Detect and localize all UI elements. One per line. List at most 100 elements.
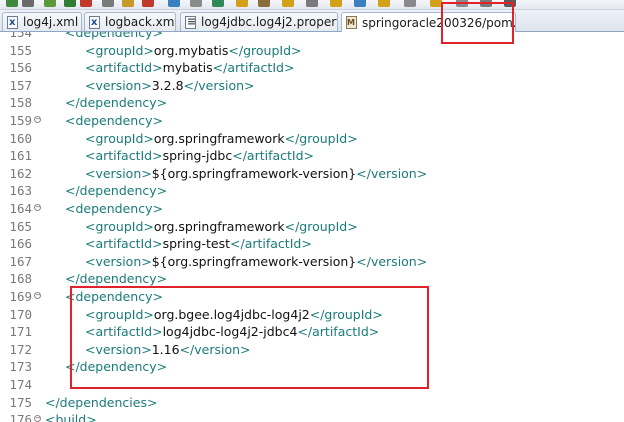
toolbar-button-icon[interactable] xyxy=(6,0,18,7)
code-line: 162 <version>${org.springframework-versio… xyxy=(0,165,624,183)
line-number: 163 xyxy=(9,183,32,199)
xml-file-icon xyxy=(89,15,100,29)
xml-tag: <artifactId> xyxy=(85,236,163,252)
fold-toggle-icon[interactable]: − xyxy=(34,116,41,123)
line-number: 169 xyxy=(9,289,32,304)
code-line: 166 <artifactId>spring-test</artifactId> xyxy=(0,235,624,253)
xml-tag: <version> xyxy=(85,253,152,269)
xml-tag: </groupId> xyxy=(284,130,358,146)
code-line: 154 <dependency> xyxy=(0,32,624,42)
xml-tag: <build> xyxy=(45,412,97,422)
tab-label: log4j.xml xyxy=(23,15,79,29)
xml-tag: <dependency> xyxy=(65,32,163,40)
code-line: 175 </dependencies> xyxy=(0,394,624,412)
line-number: 166 xyxy=(9,236,32,252)
line-number: 162 xyxy=(9,165,32,181)
xml-tag: </version> xyxy=(183,77,255,93)
line-number: 167 xyxy=(9,253,32,269)
toolbar xyxy=(0,0,624,10)
toolbar-button-icon[interactable] xyxy=(258,0,270,7)
toolbar-button-icon[interactable] xyxy=(122,0,134,7)
line-number: 174 xyxy=(9,377,32,392)
xml-text: spring-test xyxy=(162,236,231,252)
fold-toggle-icon[interactable]: − xyxy=(34,292,41,299)
code-line: 165 <groupId>org.springframework</groupId… xyxy=(0,218,624,236)
line-number: 172 xyxy=(9,341,32,357)
code-line: 167 <version>${org.springframework-versio… xyxy=(0,253,624,271)
line-number: 175 xyxy=(9,394,32,410)
line-number: 159 xyxy=(9,113,32,128)
toolbar-button-icon[interactable] xyxy=(22,0,34,7)
xml-tag: </version> xyxy=(356,253,428,269)
line-number: 171 xyxy=(9,324,32,340)
line-number: 156 xyxy=(9,60,32,76)
xml-tag: </version> xyxy=(356,165,428,181)
toolbar-button-icon[interactable] xyxy=(282,0,294,7)
line-number: 165 xyxy=(9,218,32,234)
xml-tag: <groupId> xyxy=(85,130,154,146)
toolbar-button-icon[interactable] xyxy=(44,0,56,7)
toolbar-button-icon[interactable] xyxy=(404,0,416,7)
xml-tag: </dependency> xyxy=(65,271,168,287)
xml-text: ${org.springframework-version} xyxy=(151,253,357,269)
tab-1[interactable]: log4j.xml xyxy=(2,12,82,31)
line-number: 161 xyxy=(9,148,32,164)
xml-tag: </artifactId> xyxy=(212,60,295,76)
xml-tag: </groupId> xyxy=(284,218,358,234)
line-number: 157 xyxy=(9,77,32,93)
xml-text: spring-jdbc xyxy=(162,148,233,164)
code-line: 176− <build> xyxy=(0,411,624,422)
line-number: 154 xyxy=(9,32,32,40)
xml-tag: <groupId> xyxy=(85,42,154,58)
xml-text: mybatis xyxy=(162,60,213,76)
toolbar-button-icon[interactable] xyxy=(80,0,92,7)
toolbar-button-icon[interactable] xyxy=(236,0,248,7)
xml-tag: <artifactId> xyxy=(85,148,163,164)
code-line: 164− <dependency> xyxy=(0,200,624,218)
toolbar-button-icon[interactable] xyxy=(64,0,76,7)
xml-tag: <groupId> xyxy=(85,218,154,234)
tab-2[interactable]: logback.xml xyxy=(84,12,176,31)
code-line: 155 <groupId>org.mybatis</groupId> xyxy=(0,42,624,60)
xml-tag: <dependency> xyxy=(65,113,163,128)
xml-text: ${org.springframework-version} xyxy=(151,165,357,181)
toolbar-button-icon[interactable] xyxy=(212,0,224,7)
code-line: 163 </dependency> xyxy=(0,182,624,200)
xml-tag: <dependency> xyxy=(65,201,163,216)
xml-tag: </artifactId> xyxy=(230,236,312,252)
line-number: 170 xyxy=(9,306,32,322)
code-line: 156 <artifactId>mybatis</artifactId> xyxy=(0,59,624,77)
xml-tag: <version> xyxy=(85,77,152,93)
highlight-box-new-dependency xyxy=(70,286,429,389)
line-number: 160 xyxy=(9,130,32,146)
xml-tag: </dependency> xyxy=(65,95,168,111)
line-number: 158 xyxy=(9,95,32,111)
tab-label: logback.xml xyxy=(105,15,176,29)
code-line: 159− <dependency> xyxy=(0,112,624,130)
line-number: 168 xyxy=(9,271,32,287)
toolbar-button-icon[interactable] xyxy=(142,0,154,7)
xml-tag: </artifactId> xyxy=(232,148,315,164)
tab-3[interactable]: log4jdbc.log4j2.properties xyxy=(180,12,338,31)
toolbar-button-icon[interactable] xyxy=(168,0,180,7)
fold-toggle-icon[interactable]: − xyxy=(34,415,41,422)
code-line: 160 <groupId>org.springframework</groupId… xyxy=(0,130,624,148)
xml-file-icon xyxy=(7,15,18,29)
xml-text: 3.2.8 xyxy=(151,77,184,93)
toolbar-button-icon[interactable] xyxy=(378,0,390,7)
xml-text: org.springframework xyxy=(153,130,285,146)
toolbar-button-icon[interactable] xyxy=(306,0,318,7)
tab-label: log4jdbc.log4j2.properties xyxy=(201,15,337,29)
maven-pom-icon xyxy=(346,16,357,29)
line-number: 176 xyxy=(9,412,32,422)
xml-tag: </dependency> xyxy=(65,183,168,199)
xml-tag: <artifactId> xyxy=(85,60,163,76)
xml-tag: </groupId> xyxy=(228,42,302,58)
toolbar-button-icon[interactable] xyxy=(102,0,114,7)
toolbar-button-icon[interactable] xyxy=(330,0,342,7)
code-line: 158 </dependency> xyxy=(0,94,624,112)
toolbar-button-icon[interactable] xyxy=(354,0,366,7)
fold-toggle-icon[interactable]: − xyxy=(34,204,41,211)
xml-tag: </dependencies> xyxy=(45,394,158,410)
toolbar-button-icon[interactable] xyxy=(190,0,202,7)
